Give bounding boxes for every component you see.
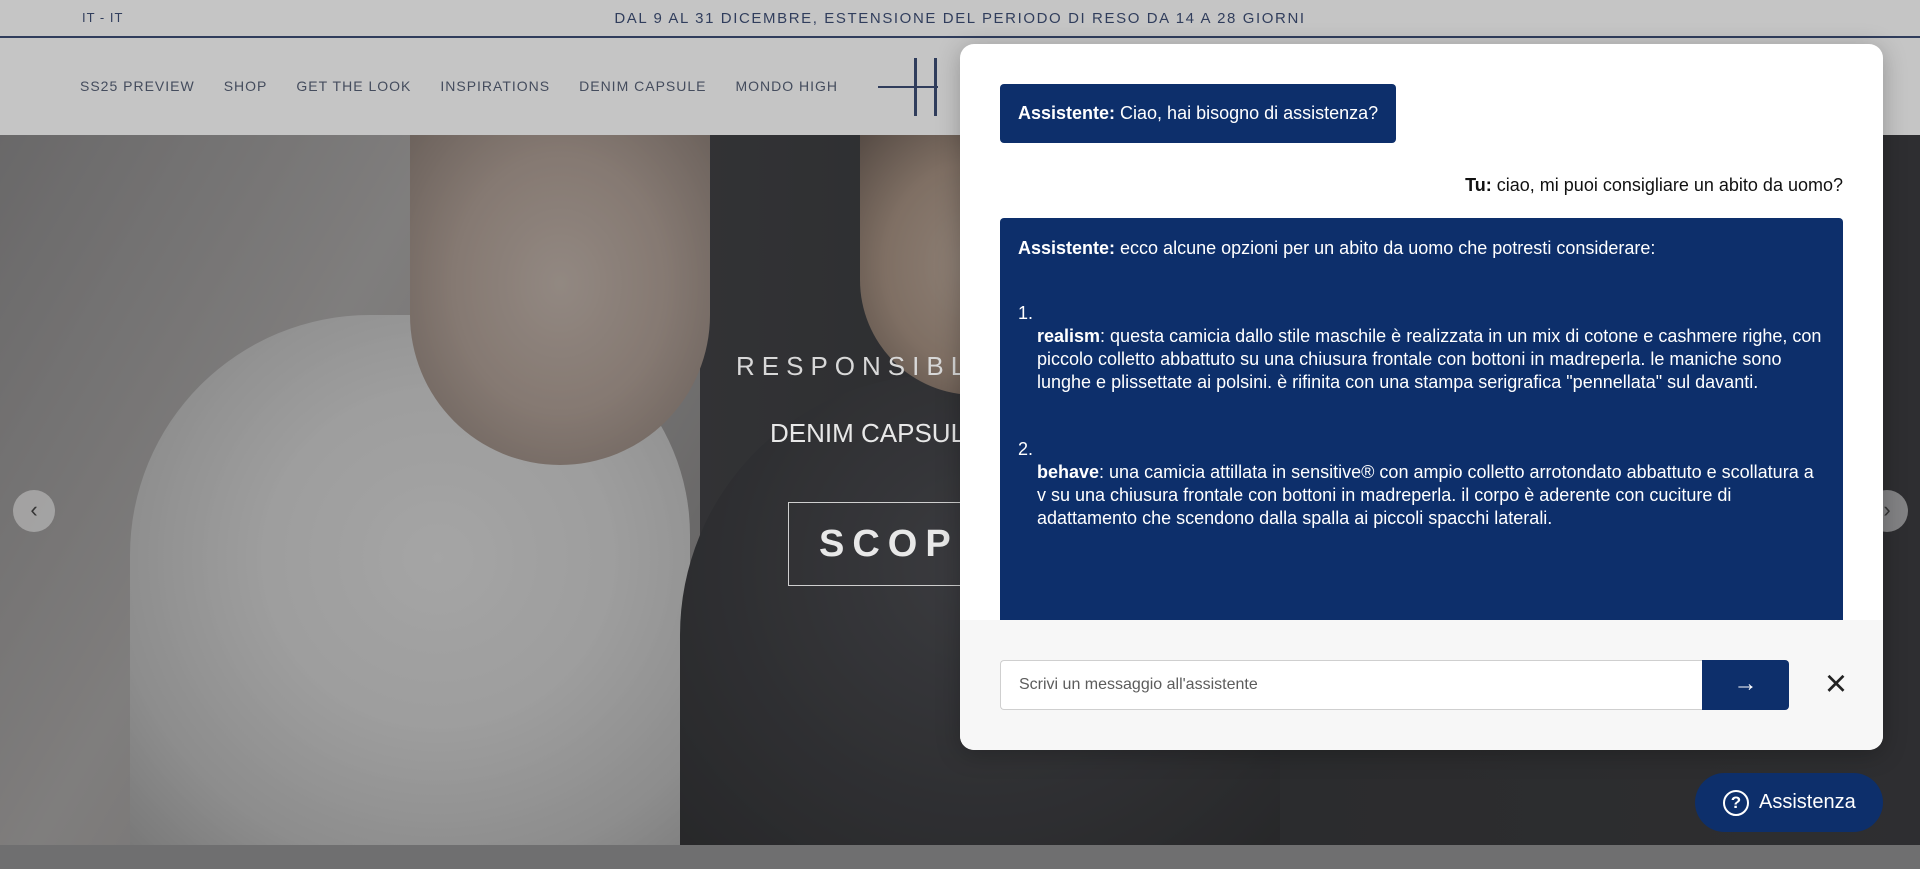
product-name: behave [1037,462,1100,482]
hero-kicker: RESPONSIBLY [736,351,995,381]
assistenza-label: Assistenza [1759,791,1856,813]
product-name: realism [1037,326,1101,346]
assistant-message: Assistente: Ciao, hai bisogno di assiste… [1000,84,1397,143]
assistenza-button[interactable]: ? Assistenza [1695,773,1883,832]
assistant-chat-modal: Assistente: Ciao, hai bisogno di assiste… [960,44,1883,750]
message-text: ciao, mi puoi consigliare un abito da uo… [1491,175,1843,195]
question-circle-icon: ? [1723,789,1749,816]
assistant-message: Assistente: ecco alcune opzioni per un a… [1000,218,1843,620]
message-role: Assistente: [1018,103,1116,123]
list-item: 2. behave: una camicia attillata in sens… [1018,438,1825,530]
product-description: : una camicia attillata in sensitive® co… [1037,462,1814,528]
product-description: : questa camicia dallo stile maschile è … [1037,326,1822,392]
chevron-left-icon[interactable]: ‹ [13,490,55,532]
hero-cta-button[interactable]: SCOPR [788,502,988,586]
list-item: 1. realism: questa camicia dallo stile m… [1018,302,1825,394]
chat-message-input[interactable] [1000,660,1705,710]
list-number: 2. [1018,439,1034,459]
message-text: Ciao, hai bisogno di assistenza? [1115,103,1379,123]
message-role: Tu: [1465,175,1492,195]
page-bottom-strip [0,845,1920,869]
user-message: Tu: ciao, mi puoi consigliare un abito d… [1000,175,1843,196]
arrow-right-icon: → [1733,670,1758,697]
message-text: ecco alcune opzioni per un abito da uomo… [1115,238,1656,258]
hero-subtitle: DENIM CAPSUL [770,418,966,448]
message-role: Assistente: [1018,238,1116,258]
send-button[interactable]: → [1702,660,1789,710]
list-number: 1. [1018,303,1034,323]
chat-composer: → × [960,620,1883,750]
chat-messages[interactable]: Assistente: Ciao, hai bisogno di assiste… [960,44,1883,620]
close-icon[interactable]: × [1818,665,1854,703]
